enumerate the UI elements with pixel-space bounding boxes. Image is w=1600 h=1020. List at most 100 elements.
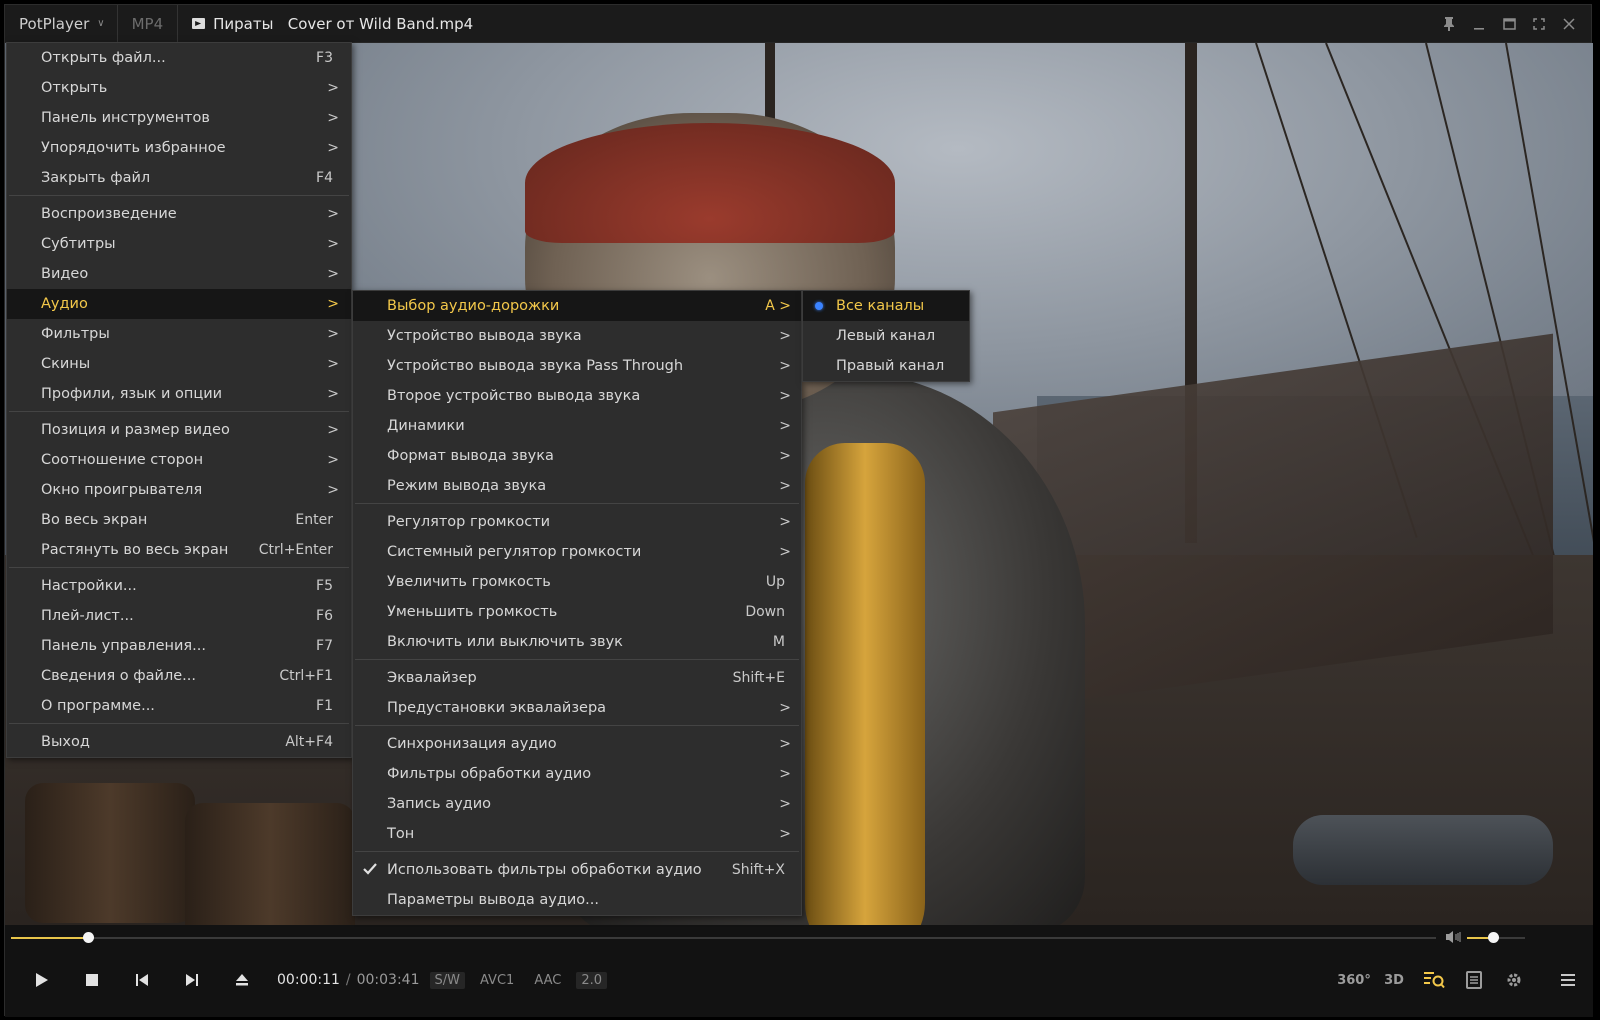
menu-item-label: Соотношение сторон [41, 452, 204, 468]
audio-menu-item[interactable]: Устройство вывода звука Pass Through > [353, 351, 801, 381]
menu-item-shortcut: Down [745, 604, 785, 620]
playlist-icon[interactable] [1459, 965, 1489, 995]
next-button[interactable] [167, 965, 217, 995]
time-total[interactable]: 00:03:41 [357, 972, 420, 988]
audio-menu-item[interactable]: Включить или выключить звук M [353, 627, 801, 657]
submenu-arrow-icon: > [327, 422, 339, 438]
menu-item-shortcut: F1 [316, 698, 333, 714]
audio-menu-item[interactable]: Формат вывода звука > [353, 441, 801, 471]
main-menu-item[interactable]: Панель инструментов > [7, 103, 351, 133]
main-menu-item[interactable]: Окно проигрывателя > [7, 475, 351, 505]
video-file-icon [192, 18, 206, 29]
track-menu-item[interactable]: Левый канал [803, 321, 969, 351]
pin-icon[interactable] [1437, 12, 1461, 36]
audio-menu-item[interactable]: Системный регулятор громкости > [353, 537, 801, 567]
track-menu-item[interactable]: Правый канал [803, 351, 969, 381]
main-menu-item[interactable]: Субтитры > [7, 229, 351, 259]
menu-item-label: Регулятор громкости [387, 514, 551, 530]
menu-item-label: Настройки... [41, 578, 137, 594]
menu-item-label: Использовать фильтры обработки аудио [387, 862, 702, 878]
menu-item-label: Воспроизведение [41, 206, 177, 222]
audio-menu-item[interactable]: Выбор аудио-дорожки A > [353, 291, 801, 321]
gear-icon[interactable] [1499, 965, 1529, 995]
main-menu-item[interactable]: Позиция и размер видео > [7, 415, 351, 445]
main-menu-item[interactable]: Профили, язык и опции > [7, 379, 351, 409]
minimize-icon[interactable] [1467, 12, 1491, 36]
audio-menu-item[interactable]: Регулятор громкости > [353, 507, 801, 537]
time-current: 00:00:11 [277, 972, 340, 988]
audio-menu-item[interactable]: Запись аудио > [353, 789, 801, 819]
menu-item-label: Панель инструментов [41, 110, 210, 126]
submenu-arrow-icon: > [779, 328, 791, 344]
vr-360-icon[interactable]: 360° [1337, 965, 1371, 995]
submenu-arrow-icon: > [779, 826, 791, 842]
subtitle-search-icon[interactable] [1419, 965, 1449, 995]
submenu-arrow-icon: > [327, 236, 339, 252]
audio-menu-item[interactable]: Режим вывода звука > [353, 471, 801, 501]
menu-item-shortcut: Shift+X [731, 862, 785, 878]
main-menu-item[interactable]: Скины > [7, 349, 351, 379]
audio-menu-item[interactable]: Динамики > [353, 411, 801, 441]
volume-handle[interactable] [1488, 932, 1500, 943]
chevron-down-icon: ∨ [97, 18, 105, 29]
audio-menu-item[interactable]: Предустановки эквалайзера > [353, 693, 801, 723]
close-icon[interactable] [1557, 12, 1581, 36]
seek-progress [11, 937, 88, 939]
audio-channels-tag[interactable]: 2.0 [576, 971, 607, 989]
seek-bar[interactable] [11, 932, 1436, 943]
main-menu-item[interactable]: Растянуть во весь экран Ctrl+Enter [7, 535, 351, 565]
audio-menu-item[interactable]: Устройство вывода звука > [353, 321, 801, 351]
video-codec-tag[interactable]: AVC1 [475, 972, 519, 989]
previous-button[interactable] [117, 965, 167, 995]
menu-item-label: Эквалайзер [387, 670, 477, 686]
track-menu-item[interactable]: Все каналы [803, 291, 969, 321]
seek-handle[interactable] [82, 932, 94, 943]
submenu-arrow-icon: > [779, 796, 791, 812]
play-button[interactable] [17, 965, 67, 995]
stop-button[interactable] [67, 965, 117, 995]
audio-menu-item[interactable]: Второе устройство вывода звука > [353, 381, 801, 411]
3d-icon[interactable]: 3D [1379, 965, 1409, 995]
menu-item-label: Все каналы [836, 298, 925, 314]
main-menu-item[interactable]: О программе... F1 [7, 691, 351, 721]
audio-menu-item[interactable]: Синхронизация аудио > [353, 729, 801, 759]
menu-item-label: Фильтры обработки аудио [387, 766, 592, 782]
main-menu-item[interactable]: Аудио > [7, 289, 351, 319]
main-menu-item[interactable]: Открыть > [7, 73, 351, 103]
main-menu-item[interactable]: Фильтры > [7, 319, 351, 349]
audio-menu-item[interactable]: Использовать фильтры обработки аудио Shif… [353, 855, 801, 885]
audio-codec-tag[interactable]: AAC [529, 972, 566, 989]
main-menu-item[interactable]: Упорядочить избранное > [7, 133, 351, 163]
audio-menu-item[interactable]: Фильтры обработки аудио > [353, 759, 801, 789]
audio-menu-item[interactable]: Уменьшить громкость Down [353, 597, 801, 627]
submenu-arrow-icon: > [327, 356, 339, 372]
volume-slider[interactable] [1467, 932, 1525, 943]
speaker-icon[interactable] [1445, 930, 1463, 946]
main-menu-item[interactable]: Выход Alt+F4 [7, 727, 351, 757]
main-menu-item[interactable]: Панель управления... F7 [7, 631, 351, 661]
main-menu-item[interactable]: Плей-лист... F6 [7, 601, 351, 631]
menu-item-shortcut: Enter [295, 512, 333, 528]
audio-menu-item[interactable]: Параметры вывода аудио... [353, 885, 801, 915]
main-menu-item[interactable]: Соотношение сторон > [7, 445, 351, 475]
audio-menu-item[interactable]: Увеличить громкость Up [353, 567, 801, 597]
main-menu-item[interactable]: Во весь экран Enter [7, 505, 351, 535]
main-menu-item[interactable]: Воспроизведение > [7, 199, 351, 229]
main-menu-item[interactable]: Настройки... F5 [7, 571, 351, 601]
submenu-arrow-icon: > [779, 418, 791, 434]
main-menu-item[interactable]: Закрыть файл F4 [7, 163, 351, 193]
time-separator: / [345, 972, 351, 988]
submenu-arrow-icon: > [327, 266, 339, 282]
eject-button[interactable] [217, 965, 267, 995]
app-menu-button[interactable]: PotPlayer ∨ [5, 5, 118, 42]
main-menu-item[interactable]: Сведения о файле... Ctrl+F1 [7, 661, 351, 691]
main-menu-item[interactable]: Видео > [7, 259, 351, 289]
maximize-icon[interactable] [1497, 12, 1521, 36]
audio-menu-item[interactable]: Тон > [353, 819, 801, 849]
audio-menu-item[interactable]: Эквалайзер Shift+E [353, 663, 801, 693]
hamburger-menu-icon[interactable] [1553, 965, 1583, 995]
main-menu-item[interactable]: Открыть файл... F3 [7, 43, 351, 73]
decoder-tag[interactable]: S/W [429, 971, 465, 989]
submenu-arrow-icon: > [779, 358, 791, 374]
fullscreen-icon[interactable] [1527, 12, 1551, 36]
